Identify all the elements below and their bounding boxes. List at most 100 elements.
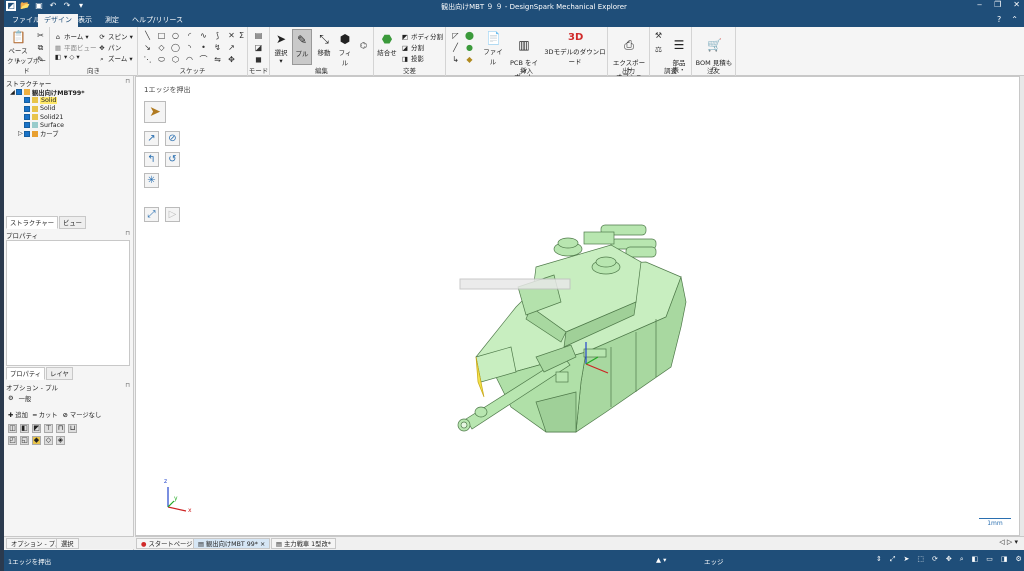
- pin-icon[interactable]: ⊓: [125, 78, 130, 85]
- option-toggle-icon[interactable]: ◆: [32, 436, 41, 445]
- visibility-checkbox[interactable]: [16, 89, 22, 96]
- option-toggle-icon[interactable]: ◰: [8, 436, 17, 445]
- tab-scroll-arrows[interactable]: ◁ ▷ ▾: [999, 538, 1018, 546]
- tab-display[interactable]: 表示: [72, 14, 98, 27]
- cut-option[interactable]: ━ カット: [33, 410, 58, 419]
- rectangle-icon[interactable]: □: [157, 31, 166, 40]
- status-selection-filter[interactable]: ▲ ▾: [656, 556, 666, 564]
- circle-icon[interactable]: ○: [171, 31, 180, 40]
- axis-icon[interactable]: ╱: [451, 43, 460, 52]
- fill-button[interactable]: ⬢ フィル: [336, 32, 354, 67]
- split-button[interactable]: ◪ 分割: [401, 42, 424, 52]
- select-guide-icon[interactable]: ➤: [144, 101, 166, 123]
- zoom-button[interactable]: ⌕ ズーム ▾: [98, 53, 132, 64]
- model-download-button[interactable]: 3D 3Dモデルのダウンロード: [544, 31, 606, 66]
- zoom-extents-icon[interactable]: ⤢: [890, 555, 896, 564]
- polygon-icon[interactable]: ⬡: [171, 55, 180, 64]
- tab-selection[interactable]: 選択: [56, 538, 79, 549]
- tree-item[interactable]: Solid: [10, 105, 85, 113]
- visibility-checkbox[interactable]: [24, 130, 30, 137]
- pan-tool-icon[interactable]: ✥: [946, 555, 952, 564]
- draft-guide-icon[interactable]: ⤢: [144, 207, 159, 222]
- tab-measure[interactable]: 測定: [99, 14, 125, 27]
- close-tab-icon[interactable]: ×: [260, 541, 265, 548]
- 3d-mode-icon[interactable]: ◼: [254, 55, 263, 64]
- app-logo-icon[interactable]: ◩: [6, 1, 16, 11]
- select-tool-icon[interactable]: ➤: [903, 555, 909, 564]
- sphere-icon[interactable]: ●: [465, 43, 474, 52]
- offset-icon[interactable]: ⟆: [213, 31, 222, 40]
- shell-icon[interactable]: ⌬: [359, 41, 368, 50]
- doc-tab-active[interactable]: ▤ 観出向けMBT 99* ×: [193, 538, 271, 549]
- pull-button[interactable]: ✎ プル: [292, 29, 312, 65]
- plane-icon[interactable]: ◸: [451, 31, 460, 40]
- options-general[interactable]: ⚙ 一般: [8, 394, 31, 403]
- split-body-button[interactable]: ◩ ボディ分割: [401, 31, 443, 41]
- construction-line-icon[interactable]: ⋱: [143, 55, 152, 64]
- add-option[interactable]: ✚ 追加: [8, 410, 28, 419]
- pin-icon[interactable]: ⊓: [125, 382, 130, 389]
- qat-menu-icon[interactable]: ▾: [76, 1, 86, 11]
- move-button[interactable]: ⤡ 移動: [315, 32, 333, 57]
- ellipse-icon[interactable]: ⬭: [157, 55, 166, 64]
- tangent-arc-icon[interactable]: ◝: [185, 43, 194, 52]
- 3d-viewport[interactable]: 1エッジを押出 ➤ ↗ ⊘ ↰ ↺ ✳ ⤢ ▷ z y x 1mm: [135, 76, 1020, 536]
- tree-root[interactable]: ◢ 観出向けMBT99*: [10, 88, 85, 97]
- mirror-icon[interactable]: ⇋: [213, 55, 222, 64]
- option-toggle-icon[interactable]: ⊓: [56, 424, 65, 433]
- no-merge-option[interactable]: ⊘ マージなし: [63, 410, 102, 419]
- visibility-checkbox[interactable]: [24, 105, 30, 112]
- tangent-line-icon[interactable]: ↘: [143, 43, 152, 52]
- three-point-circle-icon[interactable]: ◯: [171, 43, 180, 52]
- section-mode-icon[interactable]: ◪: [254, 43, 263, 52]
- arc-icon[interactable]: ◜: [185, 31, 194, 40]
- redo-icon[interactable]: ↷: [62, 1, 72, 11]
- pivot-guide-icon[interactable]: ↰: [144, 152, 159, 167]
- option-toggle-icon[interactable]: ⊤: [44, 424, 53, 433]
- sweep-arc-icon[interactable]: ◠: [185, 55, 194, 64]
- spin-button[interactable]: ⟳ スピン ▾: [98, 31, 133, 41]
- home-button[interactable]: ⌂ ホーム ▾: [54, 31, 89, 41]
- sweep-guide-icon[interactable]: ✳: [144, 173, 159, 188]
- dimension-icon[interactable]: Σ: [237, 31, 246, 40]
- option-toggle-icon[interactable]: ◇: [44, 436, 53, 445]
- ribbon-collapse-icon[interactable]: ⌃: [1011, 15, 1018, 24]
- copy-icon[interactable]: ⧉: [36, 43, 45, 52]
- check-icon[interactable]: ⚖: [654, 45, 663, 54]
- tree-item[interactable]: Solid: [10, 96, 85, 104]
- point-icon[interactable]: •: [199, 43, 208, 52]
- view-cube-icon[interactable]: ◧: [972, 555, 979, 564]
- tank-model[interactable]: [436, 207, 756, 452]
- three-point-rect-icon[interactable]: ◇: [157, 43, 166, 52]
- tab-layers[interactable]: レイヤ: [46, 367, 73, 380]
- snap-icon[interactable]: ⇕: [876, 555, 882, 564]
- visibility-checkbox[interactable]: [24, 97, 30, 104]
- option-toggle-icon[interactable]: ⊔: [68, 424, 77, 433]
- tab-properties[interactable]: プロパティ: [6, 367, 46, 380]
- tree-item[interactable]: Solid21: [10, 113, 85, 121]
- trim-icon[interactable]: ✕: [227, 31, 236, 40]
- combine-button[interactable]: ⬣ 結合せ: [376, 32, 398, 57]
- measure-icon[interactable]: ⚒: [654, 31, 663, 40]
- option-toggle-icon[interactable]: ◱: [20, 436, 29, 445]
- project-button[interactable]: ◨ 投影: [401, 53, 424, 63]
- origin-icon[interactable]: ↳: [451, 55, 460, 64]
- sketch-mode-icon[interactable]: ▤: [254, 31, 263, 40]
- option-toggle-icon[interactable]: ◫: [8, 424, 17, 433]
- section-icon[interactable]: ▭: [986, 555, 993, 564]
- direction-guide-icon[interactable]: ↗: [144, 131, 159, 146]
- zoom-tool-icon[interactable]: ⌕: [960, 555, 964, 564]
- option-toggle-icon[interactable]: ◩: [32, 424, 41, 433]
- undo-icon[interactable]: ↶: [48, 1, 58, 11]
- revolve-guide-icon[interactable]: ↺: [165, 152, 180, 167]
- pan-button[interactable]: ✥ パン: [98, 42, 121, 52]
- tab-view[interactable]: ビュー: [59, 216, 86, 229]
- restore-button[interactable]: ❐: [994, 0, 1001, 9]
- display-icon[interactable]: ◨: [1001, 555, 1008, 564]
- visibility-checkbox[interactable]: [24, 114, 30, 121]
- settings-icon[interactable]: ⚙: [1016, 555, 1022, 564]
- project-sketch-icon[interactable]: ↗: [227, 43, 236, 52]
- select-button[interactable]: ➤ 選択 ▾: [273, 32, 289, 65]
- tab-structure[interactable]: ストラクチャー: [6, 216, 59, 229]
- cut-icon[interactable]: ✂: [36, 31, 45, 40]
